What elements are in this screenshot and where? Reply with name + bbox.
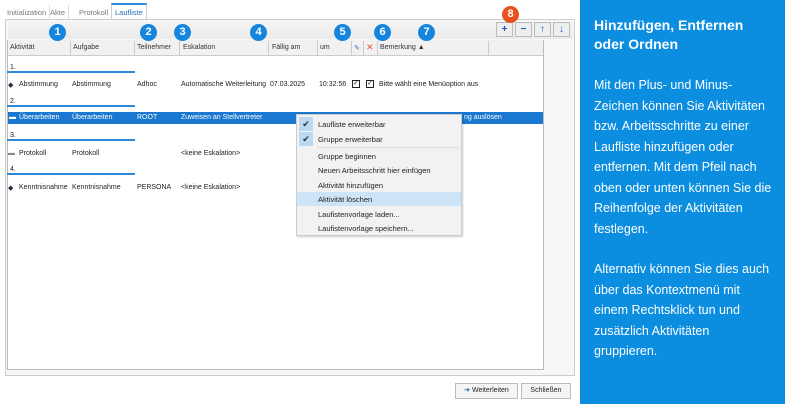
arrow-right-circle-icon: ➔ xyxy=(464,387,471,394)
cell-aufgabe: Protokoll xyxy=(72,150,100,157)
cell-aktivitaet: Überarbeiten xyxy=(19,114,60,121)
checkbox-1[interactable]: ✓ xyxy=(352,80,360,88)
checkbox-2[interactable]: ✓ xyxy=(366,80,374,88)
cell-teilnehmer: Adhoc xyxy=(137,81,157,88)
cell-eskalation: Zuweisen an Stellvertreter xyxy=(181,114,263,121)
table-row-selected[interactable]: ▬ Überarbeiten Überarbeiten ROOT Zuweise… xyxy=(8,112,543,124)
tab-laufliste[interactable]: Laufliste xyxy=(111,3,147,20)
badge-6: 6 xyxy=(374,24,391,41)
cell-aktivitaet: Protokoll xyxy=(19,150,47,157)
remove-button[interactable]: − xyxy=(515,22,532,37)
cell-bemerkung: ng auslösen xyxy=(464,114,502,121)
cell-um: 10:32:56 xyxy=(319,81,347,88)
cell-aktivitaet: Kenntnisnahme xyxy=(19,184,68,191)
menu-item-aktivitaet-hinzufuegen[interactable]: Aktivität hinzufügen xyxy=(297,178,461,192)
tab-akte[interactable]: Akte xyxy=(47,5,70,19)
col-aktivitaet[interactable]: Aktivität xyxy=(10,44,35,51)
move-up-button[interactable]: ↑ xyxy=(534,22,551,37)
col-eskalation[interactable]: Eskalation xyxy=(183,44,215,51)
menu-item-neuen-arbeitsschritt[interactable]: Neuen Arbeitsschritt hier einfügen xyxy=(297,163,461,177)
menu-item-aktivitaet-loeschen[interactable]: Aktivität löschen xyxy=(297,192,461,206)
badge-3: 3 xyxy=(174,24,191,41)
badge-1: 1 xyxy=(49,24,66,41)
add-button[interactable]: + xyxy=(496,22,513,37)
menu-item-gruppe-beginnen[interactable]: Gruppe beginnen xyxy=(297,149,461,163)
badge-5: 5 xyxy=(334,24,351,41)
move-down-button[interactable]: ↓ xyxy=(553,22,570,37)
panel-text-1: Mit den Plus- und Minus-Zeichen können S… xyxy=(594,78,772,236)
col-um[interactable]: um xyxy=(320,44,330,51)
activity-icon: ◆ xyxy=(8,82,14,89)
badge-7: 7 xyxy=(418,24,435,41)
cell-aufgabe: Abstimmung xyxy=(72,81,111,88)
activity-icon: ◆ xyxy=(8,185,14,192)
cell-teilnehmer: ROOT xyxy=(137,114,158,121)
col-bemerkung[interactable]: Bemerkung ▲ xyxy=(380,44,425,51)
pencil-icon[interactable]: ✎ xyxy=(354,44,360,52)
menu-item-vorlage-laden[interactable]: Laufistenvorlage laden... xyxy=(297,207,461,221)
col-faellig[interactable]: Fällig am xyxy=(272,44,300,51)
group-label: 1. xyxy=(10,64,16,71)
group-label: 3. xyxy=(10,132,16,139)
context-menu: ✔ Laufliste erweiterbar ✔ Gruppe erweiterb… xyxy=(296,114,462,236)
cell-bemerkung: Bitte wählt eine Menüoption aus xyxy=(379,81,479,88)
tab-initialization[interactable]: Initialization xyxy=(4,5,51,19)
activity-grid xyxy=(7,40,544,370)
menu-item-laufliste-erweiterbar[interactable]: ✔ Laufliste erweiterbar xyxy=(297,117,461,131)
check-icon: ✔ xyxy=(299,132,313,146)
cell-eskalation: <keine Eskalation> xyxy=(181,184,241,191)
check-icon: ✔ xyxy=(299,117,313,131)
activity-icon: ▬ xyxy=(9,114,16,121)
sort-asc-icon: ▲ xyxy=(417,44,425,51)
col-aufgabe[interactable]: Aufgabe xyxy=(73,44,99,51)
group-label: 2. xyxy=(10,98,16,105)
panel-text-2: Alternativ können Sie dies auch über das… xyxy=(594,262,770,358)
cell-aufgabe: Kenntnisnahme xyxy=(72,184,121,191)
cell-faellig: 07.03.2025 xyxy=(270,81,306,88)
toolbar xyxy=(8,22,573,39)
forward-button[interactable]: ➔ Weiterleiten xyxy=(455,383,518,399)
tab-protokoll[interactable]: Protokoll xyxy=(76,5,113,19)
delete-x-icon[interactable]: ✕ xyxy=(366,42,374,53)
menu-item-vorlage-speichern[interactable]: Laufistenvorlage speichern... xyxy=(297,221,461,235)
panel-title: Hinzufügen, Entfernen oder Ordnen xyxy=(594,17,744,52)
cell-teilnehmer: PERSONA xyxy=(137,184,172,191)
cell-aktivitaet: Abstimmung xyxy=(19,81,58,88)
menu-item-gruppe-erweiterbar[interactable]: ✔ Gruppe erweiterbar xyxy=(297,132,461,146)
badge-4: 4 xyxy=(250,24,267,41)
cell-eskalation: <keine Eskalation> xyxy=(181,150,241,157)
info-panel: Hinzufügen, Entfernen oder Ordnen Mit de… xyxy=(580,0,785,404)
cell-aufgabe: Überarbeiten xyxy=(72,114,113,121)
group-label: 4. xyxy=(10,166,16,173)
badge-2: 2 xyxy=(140,24,157,41)
activity-icon: ▬ xyxy=(8,150,15,157)
badge-8: 8 xyxy=(502,6,519,23)
cell-eskalation: Automatische Weiterleitung xyxy=(181,81,267,88)
col-teilnehmer[interactable]: Teilnehmer xyxy=(137,44,171,51)
close-button[interactable]: Schließen xyxy=(521,383,571,399)
